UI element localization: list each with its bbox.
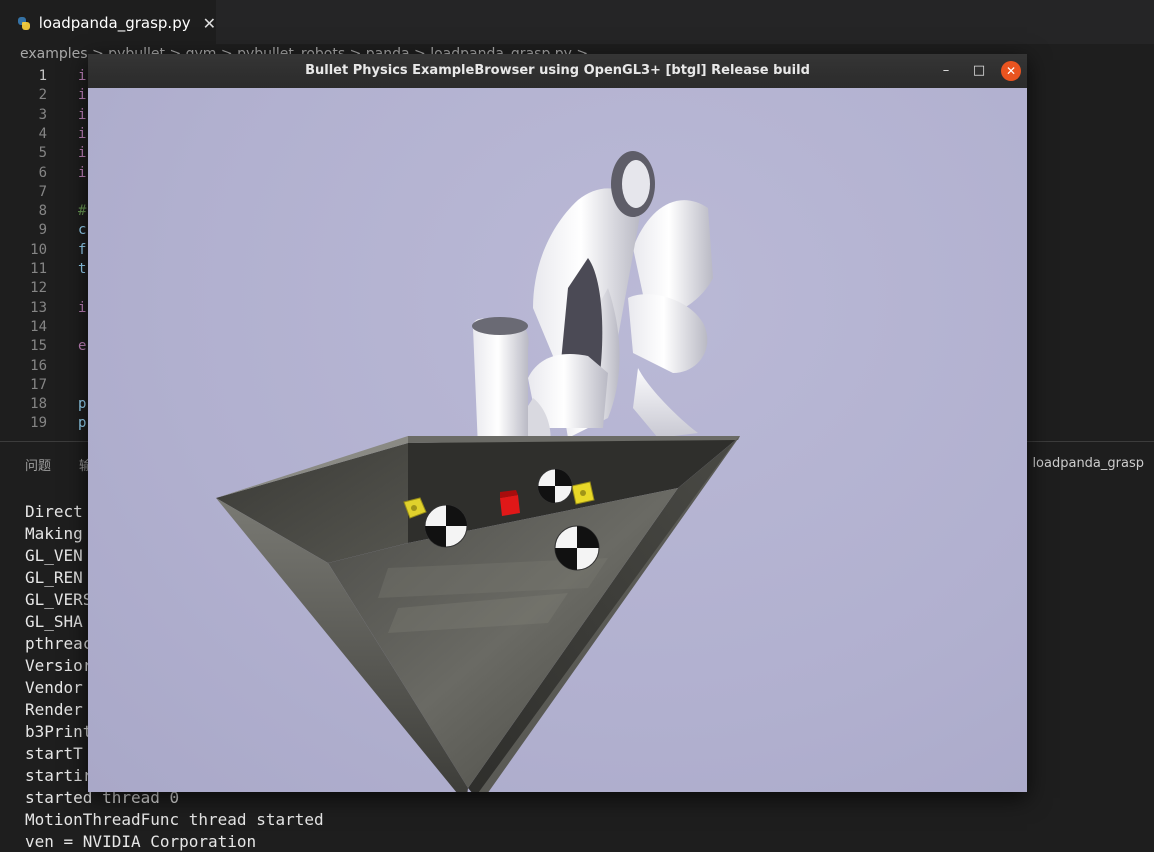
terminal-line: Making — [25, 524, 83, 543]
code-line[interactable]: p — [78, 396, 86, 412]
code-line[interactable]: e — [78, 338, 86, 354]
line-number: 4 — [38, 125, 47, 142]
line-number: 17 — [30, 376, 47, 393]
editor-tab[interactable]: loadpanda_grasp.py ✕ — [0, 0, 216, 45]
window-title: Bullet Physics ExampleBrowser using Open… — [305, 63, 810, 78]
maximize-button[interactable]: □ — [969, 61, 989, 81]
line-number: 13 — [30, 299, 47, 316]
run-config-label[interactable]: on: loadpanda_grasp — [1008, 456, 1144, 471]
line-number: 16 — [30, 357, 47, 374]
line-number: 3 — [38, 106, 47, 123]
tray[interactable] — [216, 436, 740, 792]
line-number: 14 — [30, 318, 47, 335]
code-line[interactable]: i — [78, 87, 86, 103]
scene-canvas — [216, 151, 740, 792]
checker-sphere-1[interactable] — [424, 504, 468, 548]
line-number: 5 — [38, 145, 47, 162]
line-number: 1 — [38, 68, 47, 84]
line-number: 10 — [30, 241, 47, 258]
terminal-line: startir — [25, 766, 93, 785]
terminal-line: pthreac — [25, 634, 93, 653]
line-number: 18 — [30, 396, 47, 413]
line-number: 7 — [38, 183, 47, 200]
minimize-button[interactable]: – — [936, 61, 956, 81]
terminal-line: ven = NVIDIA Corporation — [25, 832, 257, 851]
code-line[interactable]: t — [78, 261, 86, 277]
terminal-line: Render — [25, 700, 83, 719]
cube-red[interactable] — [500, 490, 520, 516]
code-line[interactable]: i — [78, 126, 86, 142]
terminal-line: MotionThreadFunc thread started — [25, 810, 324, 829]
close-button[interactable]: ✕ — [1001, 61, 1021, 81]
tab-label: loadpanda_grasp.py — [38, 14, 191, 32]
code-line[interactable]: # — [78, 203, 86, 219]
code-line[interactable]: i — [78, 300, 86, 316]
terminal-line: GL_REN — [25, 568, 83, 587]
terminal-line: Versior — [25, 656, 93, 675]
terminal-line: Vendor — [25, 678, 83, 697]
code-line[interactable]: i — [78, 68, 86, 84]
render-viewport[interactable] — [88, 88, 1027, 792]
code-line[interactable]: i — [78, 165, 86, 181]
tab-problems[interactable]: 问题 — [25, 455, 51, 474]
editor-tab-bar: loadpanda_grasp.py ✕ — [0, 0, 1154, 45]
checker-sphere-3[interactable] — [554, 525, 600, 571]
line-number: 15 — [30, 338, 47, 355]
code-line[interactable]: p — [78, 415, 86, 431]
terminal-line: GL_VERS — [25, 590, 93, 609]
cube-yellow-2[interactable] — [571, 481, 595, 505]
bullet-window[interactable]: Bullet Physics ExampleBrowser using Open… — [88, 54, 1027, 792]
python-file-icon — [18, 16, 30, 30]
terminal-line: GL_VEN — [25, 546, 83, 565]
line-number: 6 — [38, 164, 47, 181]
line-number: 12 — [30, 280, 47, 297]
code-line[interactable]: f — [78, 242, 86, 258]
checker-sphere-2[interactable] — [537, 468, 573, 504]
code-line[interactable]: i — [78, 145, 86, 161]
terminal-line: startT — [25, 744, 83, 763]
close-tab-icon[interactable]: ✕ — [203, 14, 216, 33]
line-number: 2 — [38, 87, 47, 104]
line-number: 9 — [38, 222, 47, 239]
code-line[interactable]: c — [78, 222, 86, 238]
line-number: 19 — [30, 415, 47, 432]
terminal-line: Direct — [25, 502, 83, 521]
line-number-gutter: 1 2 3 4 5 6 7 8 9 10 11 12 13 14 15 16 17 18 19 — [0, 68, 60, 440]
terminal-line: b3Print — [25, 722, 93, 741]
window-titlebar[interactable]: Bullet Physics ExampleBrowser using Open… — [88, 54, 1027, 88]
line-number: 8 — [38, 203, 47, 220]
code-line[interactable]: i — [78, 107, 86, 123]
line-number: 11 — [30, 261, 47, 277]
terminal-line: GL_SHA — [25, 612, 83, 631]
